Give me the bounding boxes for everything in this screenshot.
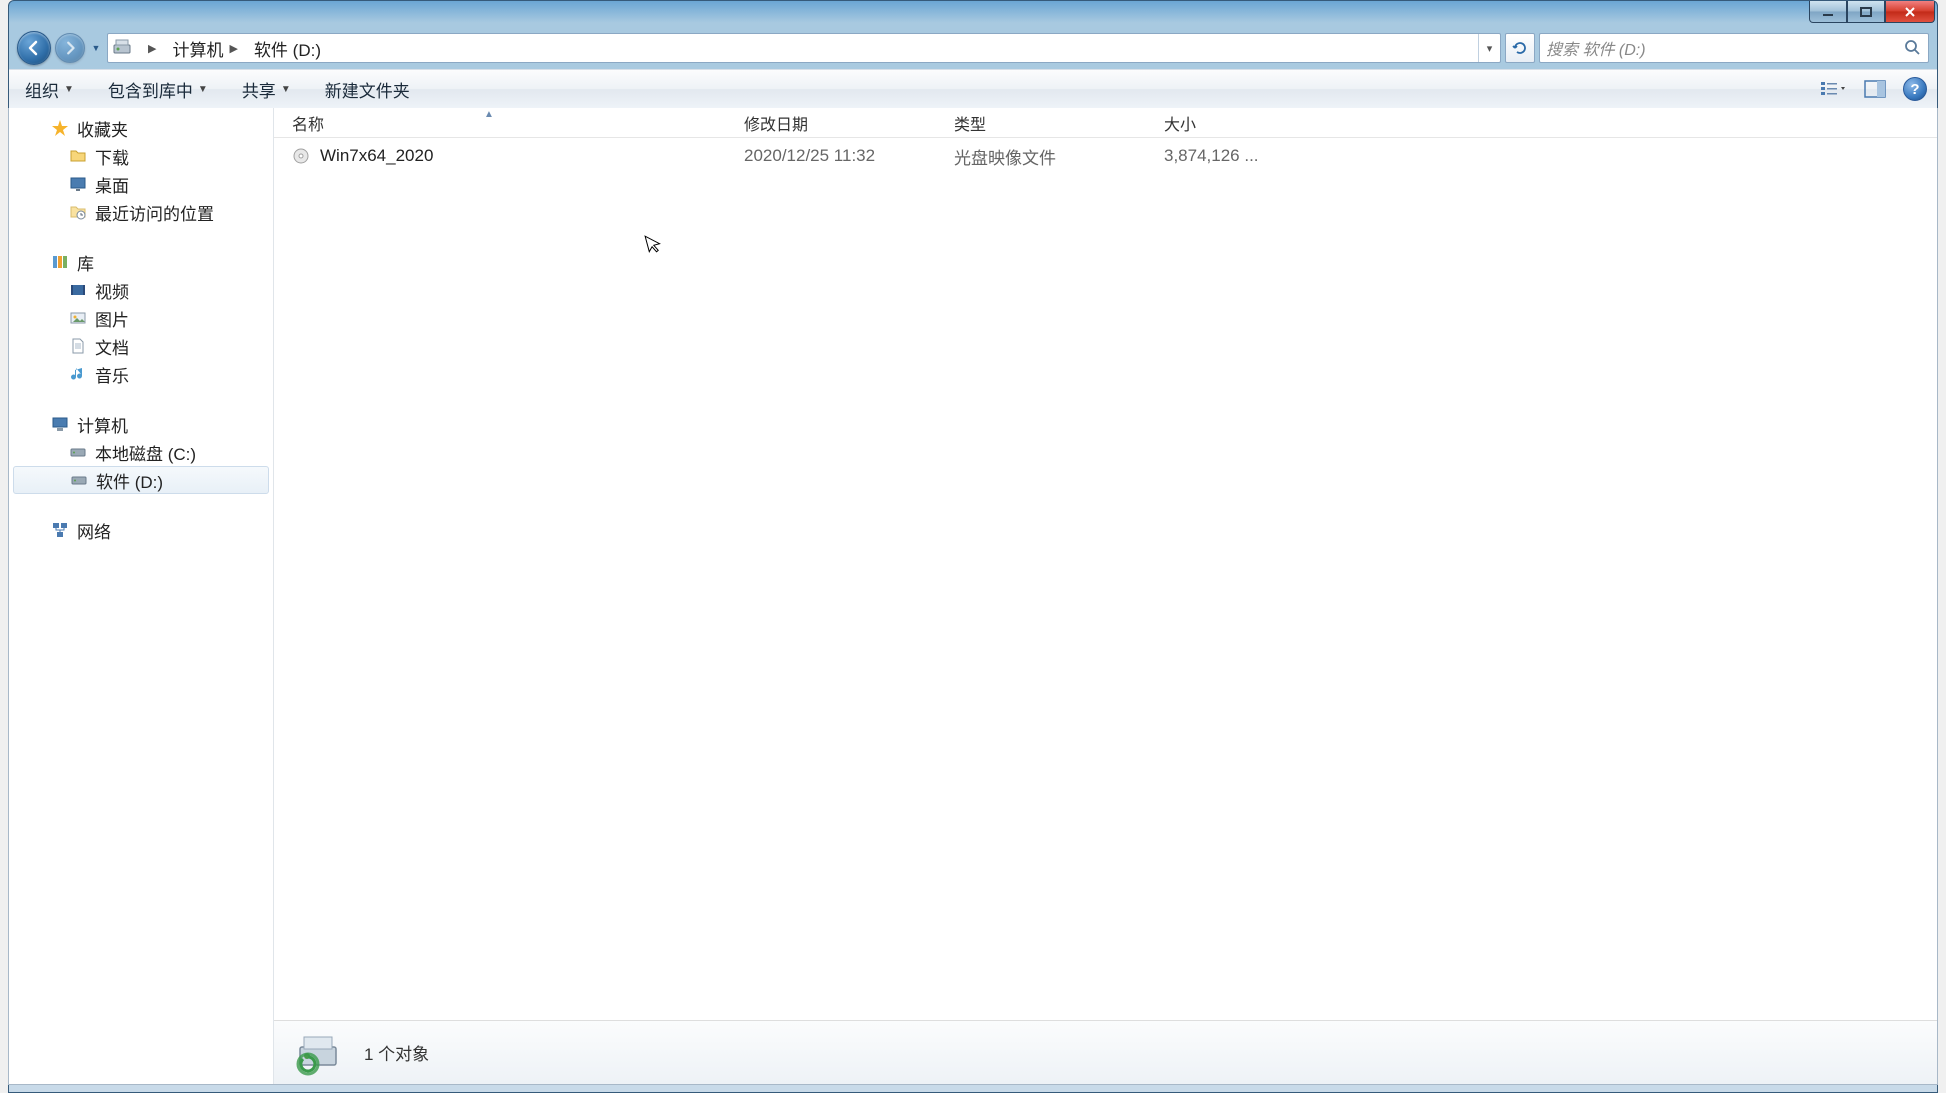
sidebar-pictures[interactable]: 图片 [9, 304, 273, 332]
folder-icon [69, 147, 87, 165]
sidebar-libraries[interactable]: 库 [9, 248, 273, 276]
sidebar-drive-c[interactable]: 本地磁盘 (C:) [9, 438, 273, 466]
sidebar-desktop[interactable]: 桌面 [9, 170, 273, 198]
include-in-library-button[interactable]: 包含到库中▼ [102, 73, 214, 106]
computer-icon [51, 415, 69, 433]
pictures-icon [69, 309, 87, 327]
path-label: 软件 (D:) [254, 36, 321, 61]
share-button[interactable]: 共享▼ [236, 73, 297, 106]
column-date[interactable]: 修改日期 [726, 111, 936, 135]
main-area: 收藏夹 下载 桌面 最近访问的位置 库 视频 [8, 108, 1938, 1085]
file-name: Win7x64_2020 [320, 146, 433, 166]
toolbar: 组织▼ 包含到库中▼ 共享▼ 新建文件夹 ? [9, 69, 1937, 109]
search-box[interactable]: 搜索 软件 (D:) [1539, 33, 1929, 63]
status-bar: 1 个对象 [274, 1020, 1937, 1084]
navigation-pane: 收藏夹 下载 桌面 最近访问的位置 库 视频 [9, 108, 274, 1084]
preview-pane-button[interactable] [1861, 76, 1889, 102]
column-size[interactable]: 大小 [1146, 111, 1286, 135]
help-button[interactable]: ? [1903, 77, 1927, 101]
sort-indicator-icon: ▲ [484, 109, 494, 120]
drive-icon [69, 443, 87, 461]
sidebar-downloads[interactable]: 下载 [9, 142, 273, 170]
document-icon [69, 337, 87, 355]
address-bar[interactable]: ▶ 计算机 ▶ 软件 (D:) ▾ [107, 33, 1501, 63]
path-segment-root[interactable]: ▶ [134, 34, 164, 62]
forward-button[interactable] [55, 33, 85, 63]
new-folder-button[interactable]: 新建文件夹 [319, 73, 416, 106]
sidebar-computer[interactable]: 计算机 [9, 410, 273, 438]
star-icon [51, 119, 69, 137]
column-name[interactable]: 名称 ▲ [274, 111, 726, 135]
drive-large-icon [294, 1029, 342, 1077]
sidebar-network[interactable]: 网络 [9, 516, 273, 544]
minimize-button[interactable] [1809, 1, 1847, 23]
file-type: 光盘映像文件 [936, 144, 1146, 169]
history-dropdown[interactable]: ▼ [89, 31, 103, 65]
file-list-area: 名称 ▲ 修改日期 类型 大小 Win7x64_2020 2020/12/25 … [274, 108, 1937, 1084]
search-icon [1904, 39, 1922, 57]
path-segment-drive[interactable]: 软件 (D:) [246, 34, 329, 62]
view-options-button[interactable] [1819, 76, 1847, 102]
search-placeholder: 搜索 软件 (D:) [1546, 36, 1646, 60]
drive-icon [112, 38, 132, 58]
drive-icon [70, 471, 88, 489]
close-button[interactable] [1885, 1, 1935, 23]
sidebar-music[interactable]: 音乐 [9, 360, 273, 388]
network-icon [51, 521, 69, 539]
library-icon [51, 253, 69, 271]
sidebar-recent[interactable]: 最近访问的位置 [9, 198, 273, 226]
maximize-button[interactable] [1847, 1, 1885, 23]
nav-row: ▼ ▶ 计算机 ▶ 软件 (D:) ▾ 搜索 软件 (D:) [9, 27, 1937, 69]
sidebar-drive-d[interactable]: 软件 (D:) [13, 466, 269, 494]
column-type[interactable]: 类型 [936, 111, 1146, 135]
sidebar-favorites[interactable]: 收藏夹 [9, 114, 273, 142]
disc-image-icon [292, 147, 310, 165]
path-label: 计算机 [172, 36, 223, 61]
file-row[interactable]: Win7x64_2020 2020/12/25 11:32 光盘映像文件 3,8… [274, 138, 1937, 174]
refresh-button[interactable] [1505, 33, 1535, 63]
recent-icon [69, 203, 87, 221]
titlebar [9, 1, 1937, 27]
column-headers: 名称 ▲ 修改日期 类型 大小 [274, 108, 1937, 138]
video-icon [69, 281, 87, 299]
status-text: 1 个对象 [364, 1040, 429, 1065]
organize-button[interactable]: 组织▼ [19, 73, 80, 106]
path-segment-computer[interactable]: 计算机 ▶ [164, 34, 245, 62]
back-button[interactable] [17, 31, 51, 65]
path-dropdown[interactable]: ▾ [1478, 34, 1500, 62]
music-icon [69, 365, 87, 383]
file-date: 2020/12/25 11:32 [726, 146, 936, 166]
sidebar-videos[interactable]: 视频 [9, 276, 273, 304]
sidebar-documents[interactable]: 文档 [9, 332, 273, 360]
file-size: 3,874,126 ... [1146, 146, 1286, 166]
desktop-icon [69, 175, 87, 193]
